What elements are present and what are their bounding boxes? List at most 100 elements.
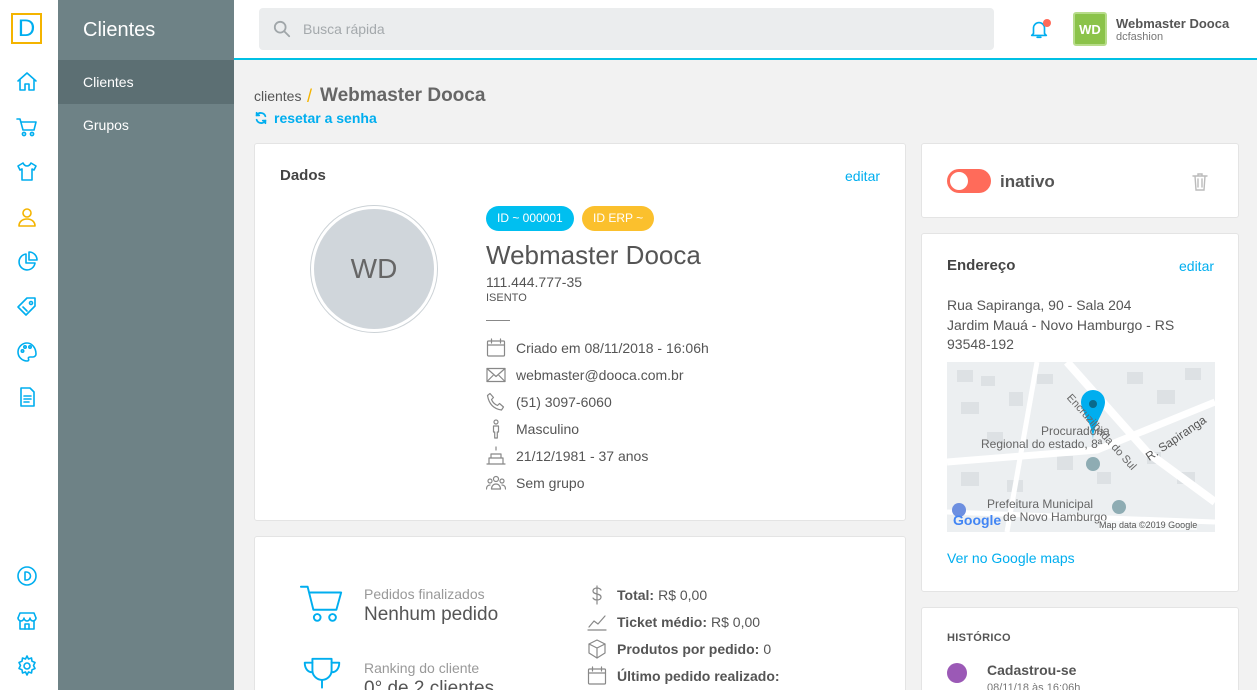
quick-search[interactable] — [259, 8, 994, 50]
search-icon — [273, 20, 291, 38]
calendar-icon — [486, 338, 506, 357]
phone-row: (51) 3097-6060 — [486, 392, 612, 412]
pie-chart-icon[interactable] — [14, 249, 40, 275]
edit-customer-button[interactable]: editar — [845, 168, 880, 184]
envelope-icon — [486, 367, 506, 383]
refresh-icon — [255, 111, 267, 125]
customer-data-title: Dados — [280, 167, 326, 184]
group-text: Sem grupo — [516, 475, 585, 491]
home-icon[interactable] — [14, 69, 40, 95]
reset-password-link[interactable]: resetar a senha — [254, 110, 377, 126]
dooca-icon[interactable] — [14, 563, 40, 589]
page-title: Webmaster Dooca — [320, 85, 486, 106]
dollar-icon — [592, 585, 602, 605]
address-title: Endereço — [947, 257, 1016, 274]
ticket-value: R$ 0,00 — [711, 614, 761, 630]
shirt-icon[interactable] — [14, 159, 40, 185]
notifications-button[interactable] — [1028, 18, 1052, 42]
customer-document: 111.444.777-35 — [486, 274, 583, 290]
last-order-label: Último pedido realizado: — [617, 668, 780, 684]
created-text: Criado em 08/11/2018 - 16:06h — [516, 340, 709, 356]
history-card: HISTÓRICO Cadastrou-se 08/11/18 às 16:06… — [921, 607, 1239, 690]
total-row: Total: R$ 0,00 — [587, 585, 707, 605]
store-icon[interactable] — [14, 608, 40, 634]
group-row: Sem grupo — [486, 473, 584, 493]
map-poi-1-line-2: Regional do estado, 8ª — [981, 437, 1103, 451]
birthday-text: 21/12/1981 - 37 anos — [516, 448, 649, 464]
box-icon — [588, 639, 606, 659]
ticket-label: Ticket médio: — [617, 614, 707, 630]
orders-stats-card: Pedidos finalizados Nenhum pedido Rankin… — [254, 536, 906, 690]
status-card: inativo — [921, 143, 1239, 218]
google-maps-link[interactable]: Ver no Google maps — [947, 550, 1075, 566]
person-icon — [492, 419, 500, 439]
divider — [486, 320, 510, 321]
address-line-2: Jardim Mauá - Novo Hamburgo - RS — [947, 317, 1175, 333]
address-line-3: 93548-192 — [947, 336, 1014, 352]
sub-sidebar: Clientes Clientes Grupos — [58, 0, 234, 690]
active-toggle[interactable] — [947, 169, 991, 193]
customer-data-card: Dados editar WD ID ~ 000001 ID ERP ~ Web… — [254, 143, 906, 521]
user-icon[interactable] — [14, 204, 40, 230]
edit-address-button[interactable]: editar — [1179, 258, 1214, 274]
status-label: inativo — [1000, 172, 1055, 191]
customer-name: Webmaster Dooca — [486, 240, 701, 270]
orders-label: Pedidos finalizados — [364, 586, 485, 602]
tag-icon[interactable] — [14, 294, 40, 320]
dooca-logo[interactable]: D — [11, 13, 42, 44]
map-poi-2-line-1: Prefeitura Municipal — [987, 497, 1094, 511]
products-label: Produtos por pedido: — [617, 641, 760, 657]
history-event: Cadastrou-se — [987, 662, 1077, 678]
cart-icon[interactable] — [14, 114, 40, 140]
customer-id-badge: ID ~ 000001 — [486, 206, 574, 231]
ranking-label: Ranking do cliente — [364, 660, 480, 676]
history-date: 08/11/18 às 16:06h — [987, 682, 1081, 690]
erp-id-badge: ID ERP ~ — [582, 206, 655, 231]
user-name[interactable]: Webmaster Dooca — [1116, 16, 1229, 31]
gender-row: Masculino — [486, 419, 579, 439]
history-dot — [947, 663, 967, 683]
gender-text: Masculino — [516, 421, 580, 437]
breadcrumb-parent[interactable]: clientes — [254, 88, 301, 104]
line-chart-icon — [587, 615, 607, 631]
customer-ie: ISENTO — [486, 292, 527, 304]
trophy-icon — [299, 655, 345, 690]
cart-stat-icon — [299, 581, 345, 632]
user-avatar[interactable]: WD — [1073, 12, 1107, 46]
breadcrumb-separator: / — [307, 86, 313, 106]
total-label: Total: — [617, 587, 655, 603]
birthday-row: 21/12/1981 - 37 anos — [486, 446, 648, 466]
map-poi-2-line-2: de Novo Hamburgo — [1003, 510, 1108, 524]
icon-rail: D — [0, 0, 58, 690]
products-value: 0 — [763, 641, 772, 657]
email-text: webmaster@dooca.com.br — [516, 367, 684, 383]
gear-icon[interactable] — [14, 653, 40, 679]
user-store: dcfashion — [1116, 31, 1164, 43]
sub-sidebar-item-grupos[interactable]: Grupos — [58, 103, 234, 147]
created-row: Criado em 08/11/2018 - 16:06h — [486, 338, 709, 358]
document-icon[interactable] — [14, 384, 40, 410]
address-card: Endereço editar Rua Sapiranga, 90 - Sala… — [921, 233, 1239, 592]
address-map[interactable]: Encruzilhada do Sul R. Sapiranga Procura… — [947, 362, 1215, 532]
map-google-logo: Google — [953, 512, 1002, 528]
reset-password-label: resetar a senha — [274, 110, 377, 126]
group-icon — [486, 475, 506, 490]
notification-dot — [1043, 19, 1051, 27]
total-value: R$ 0,00 — [658, 587, 708, 603]
ticket-row: Ticket médio: R$ 0,00 — [587, 612, 760, 632]
ranking-value: 0° de 2 clientes — [364, 678, 495, 690]
products-row: Produtos por pedido: 0 — [587, 639, 771, 659]
palette-icon[interactable] — [14, 339, 40, 365]
last-order-row: Último pedido realizado: — [587, 666, 784, 686]
cake-icon — [486, 446, 506, 465]
sub-sidebar-title: Clientes — [83, 19, 156, 41]
toggle-knob — [950, 172, 968, 190]
trash-icon — [1192, 173, 1208, 191]
search-input[interactable] — [303, 21, 953, 37]
phone-icon — [486, 392, 505, 411]
history-title: HISTÓRICO — [947, 632, 1011, 644]
map-poi-1-line-1: Procuradoria — [1041, 424, 1110, 438]
sub-sidebar-item-clientes[interactable]: Clientes — [58, 60, 234, 104]
delete-button[interactable] — [1190, 172, 1210, 197]
address-line-1: Rua Sapiranga, 90 - Sala 204 — [947, 297, 1132, 313]
